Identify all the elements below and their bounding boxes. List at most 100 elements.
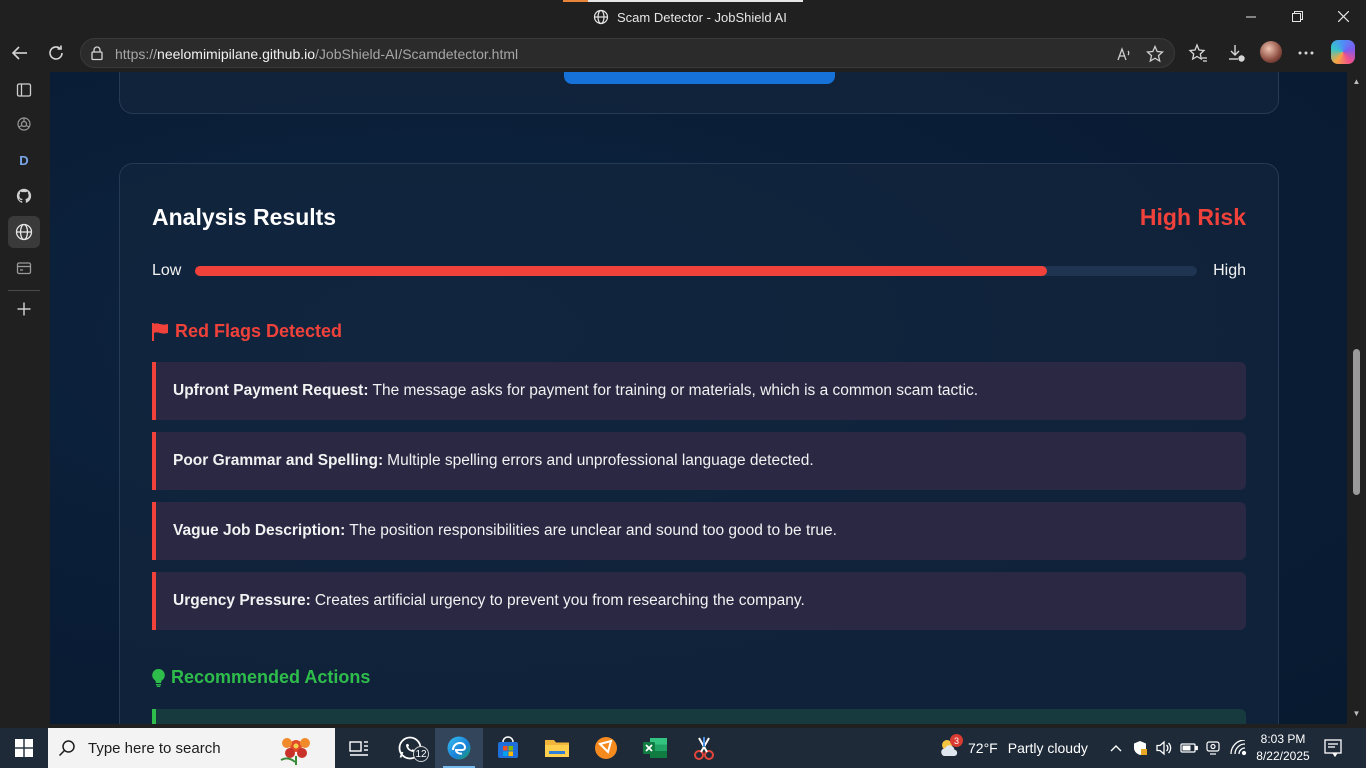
sidebar-item-d[interactable]: D: [8, 144, 40, 176]
red-flag-text: The message asks for payment for trainin…: [372, 382, 979, 399]
page-scrollbar[interactable]: ▲ ▼: [1347, 72, 1366, 724]
wallet-icon: [16, 262, 32, 275]
clock-time: 8:03 PM: [1260, 732, 1306, 746]
risk-meter-high-label: High: [1213, 262, 1246, 279]
address-bar[interactable]: https://neelomimipilane.github.io/JobShi…: [80, 38, 1175, 68]
window-title-text: Scam Detector - JobShield AI: [617, 9, 787, 25]
recommended-actions-heading-text: Recommended Actions: [171, 667, 371, 687]
notification-center-button[interactable]: [1323, 738, 1343, 758]
windows-logo-icon: [15, 739, 33, 757]
download-icon: [1229, 45, 1245, 62]
openai-icon: [17, 117, 31, 131]
refresh-button[interactable]: [42, 39, 70, 67]
store-icon: [498, 736, 518, 758]
app-launcher-icon: [595, 737, 617, 759]
task-view-button[interactable]: [335, 728, 383, 768]
scroll-down-arrow-icon[interactable]: ▼: [1347, 706, 1366, 720]
results-title: Analysis Results: [152, 204, 337, 230]
minimize-button[interactable]: [1228, 0, 1274, 33]
taskbar-edge[interactable]: [435, 728, 483, 768]
copilot-icon[interactable]: [1331, 40, 1355, 64]
sidebar-item-wallet[interactable]: [8, 252, 40, 284]
taskbar-excel[interactable]: [631, 728, 679, 768]
red-flags-list: Upfront Payment Request: The message ask…: [152, 362, 1246, 642]
system-clock[interactable]: 8:03 PM 8/22/2025: [1253, 731, 1313, 765]
folder-icon: [545, 740, 569, 757]
url-text[interactable]: https://neelomimipilane.github.io/JobShi…: [115, 46, 518, 62]
risk-meter-fill: [195, 266, 1047, 276]
window-title: Scam Detector - JobShield AI: [593, 7, 787, 27]
red-flag-item: Upfront Payment Request: The message ask…: [152, 362, 1246, 420]
settings-more-button[interactable]: [1292, 39, 1320, 67]
windows-taskbar: Type here to search 12 3 72°F Partly clo…: [0, 728, 1366, 768]
risk-meter-low-label: Low: [152, 262, 182, 279]
downloads-button[interactable]: [1222, 39, 1250, 67]
risk-level-label: High Risk: [1139, 204, 1246, 230]
sidebar-toggle-tabs[interactable]: [8, 74, 40, 106]
whatsapp-notification-badge: 12: [413, 746, 429, 762]
red-flag-text: Creates artificial urgency to prevent yo…: [314, 592, 805, 609]
meet-now-camera-icon[interactable]: [1204, 739, 1222, 757]
taskbar-snipping-tool[interactable]: [680, 728, 728, 768]
battery-icon[interactable]: [1180, 739, 1198, 757]
clock-date: 8/22/2025: [1256, 749, 1310, 763]
windows-security-icon[interactable]: [1131, 739, 1149, 757]
volume-icon[interactable]: [1155, 739, 1173, 757]
url-scheme: https://: [115, 46, 158, 62]
refresh-icon: [49, 45, 63, 60]
minimize-icon: [1246, 16, 1256, 17]
weather-alert-badge: 3: [950, 734, 963, 747]
sidebar-add-button[interactable]: [8, 293, 40, 325]
taskbar-search-placeholder: Type here to search: [88, 739, 221, 757]
lightbulb-icon: [152, 668, 165, 687]
show-hidden-icons-chevron-up-icon[interactable]: [1107, 739, 1125, 757]
scroll-up-arrow-icon[interactable]: ▲: [1347, 74, 1366, 88]
more-dots-icon: [1298, 51, 1314, 55]
restore-button[interactable]: [1274, 0, 1320, 33]
favorites-icon: [1188, 43, 1207, 62]
browser-sidebar: D: [0, 72, 50, 728]
globe-icon: [593, 9, 609, 25]
close-window-button[interactable]: [1320, 0, 1366, 33]
temperature-text: 72°F: [968, 740, 998, 756]
favorite-star-icon[interactable]: [1146, 45, 1164, 63]
weather-description: Partly cloudy: [1007, 740, 1088, 756]
sidebar-item-web[interactable]: [8, 216, 40, 248]
favorites-button[interactable]: [1184, 39, 1212, 67]
taskbar-search[interactable]: Type here to search: [48, 728, 335, 768]
recommended-action-item: [152, 709, 1246, 724]
read-aloud-icon[interactable]: [1115, 45, 1133, 63]
lock-icon[interactable]: [89, 45, 105, 61]
taskbar-microsoft-store[interactable]: [484, 728, 532, 768]
start-button[interactable]: [0, 728, 48, 768]
sidebar-item-chatgpt[interactable]: [8, 108, 40, 140]
github-icon: [16, 188, 32, 203]
red-flag-text: The position responsibilities are unclea…: [349, 522, 837, 539]
analysis-results-card: Analysis Results High Risk Low High Red …: [119, 163, 1279, 724]
taskbar-whatsapp[interactable]: 12: [386, 728, 434, 768]
back-button[interactable]: [6, 39, 34, 67]
edge-browser-icon: [447, 736, 471, 760]
restore-icon: [1291, 11, 1303, 22]
notification-icon: [1324, 739, 1342, 758]
url-path: /JobShield-AI/Scamdetector.html: [315, 46, 519, 62]
excel-icon: [643, 738, 667, 758]
globe-icon: [15, 223, 33, 241]
panel-icon: [16, 83, 32, 97]
browser-toolbar: https://neelomimipilane.github.io/JobShi…: [0, 33, 1366, 72]
wifi-icon[interactable]: [1229, 739, 1247, 757]
analyze-button[interactable]: [564, 72, 835, 84]
add-icon: [17, 302, 31, 316]
weather-widget[interactable]: 3 72°F Partly cloudy: [938, 728, 1088, 768]
profile-avatar[interactable]: [1260, 41, 1282, 63]
red-flag-title: Vague Job Description:: [173, 522, 346, 539]
taskbar-file-explorer[interactable]: [533, 728, 581, 768]
scrollbar-thumb[interactable]: [1353, 349, 1360, 495]
red-flag-title: Urgency Pressure:: [173, 592, 311, 609]
sidebar-item-github[interactable]: [8, 180, 40, 212]
taskbar-orange-app[interactable]: [582, 728, 630, 768]
sidebar-divider: [8, 290, 40, 291]
red-flags-heading-text: Red Flags Detected: [175, 321, 343, 341]
red-flag-item: Urgency Pressure: Creates artificial urg…: [152, 572, 1246, 630]
snipping-tool-icon: [694, 737, 714, 760]
